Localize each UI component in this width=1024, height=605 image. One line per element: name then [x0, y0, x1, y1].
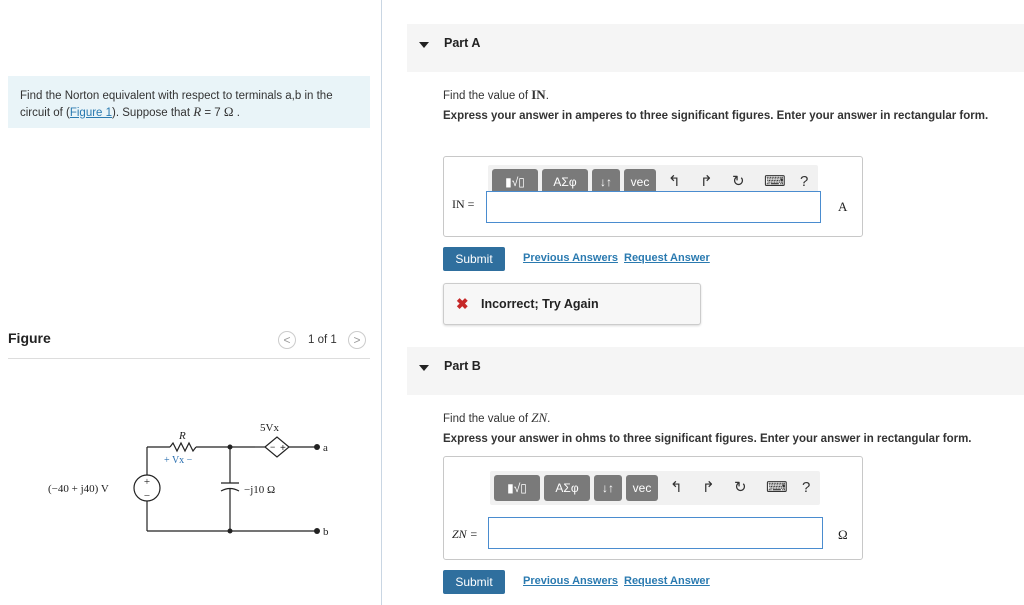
feedback-message: Incorrect; Try Again	[481, 297, 599, 311]
terminal-a-label: a	[323, 442, 328, 454]
svg-text:+: +	[144, 476, 150, 488]
part-a-question-var: IN	[531, 87, 546, 102]
part-b-title: Part B	[444, 359, 481, 373]
collapse-triangle-icon[interactable]	[419, 365, 429, 371]
panel-divider	[381, 0, 382, 605]
part-a-answer-label: IN =	[452, 197, 475, 211]
part-b-question-suffix: .	[547, 413, 551, 425]
part-a-question: Find the value of IN.	[443, 87, 549, 103]
part-b-answer-label: ZN =	[452, 527, 478, 541]
problem-var: R	[193, 104, 202, 119]
part-a-question-prefix: Find the value of	[443, 90, 532, 102]
right-panel: Part A Find the value of IN. Express you…	[383, 0, 1024, 605]
reset-icon[interactable]: ↻	[734, 477, 747, 499]
figure-header: Figure < 1 of 1 >	[8, 326, 370, 359]
vec-button[interactable]: vec	[626, 475, 658, 501]
part-b-unit: Ω	[838, 527, 848, 542]
reset-icon[interactable]: ↻	[732, 171, 745, 193]
source-label: (−40 + j40) V	[48, 483, 109, 495]
dep-source-label: 5Vx	[260, 422, 279, 434]
undo-icon[interactable]: ↰	[670, 477, 683, 499]
part-b-header[interactable]: Part B	[407, 347, 1024, 395]
undo-icon[interactable]: ↰	[668, 171, 681, 193]
part-a-submit-button[interactable]: Submit	[443, 247, 505, 271]
problem-statement: Find the Norton equivalent with respect …	[8, 76, 370, 128]
chevron-right-icon: >	[353, 333, 361, 347]
part-b-math-toolbar: ▮√▯ ΑΣφ ↓↑ vec ↰ ↱ ↻ ⌨ ?	[490, 471, 820, 505]
part-a-title: Part A	[444, 36, 481, 50]
problem-eq: = 7	[201, 107, 224, 119]
part-b-question-prefix: Find the value of	[443, 413, 532, 425]
part-b-submit-button[interactable]: Submit	[443, 570, 505, 594]
keyboard-icon[interactable]: ⌨	[766, 477, 788, 499]
left-panel: Find the Norton equivalent with respect …	[0, 0, 382, 605]
keyboard-icon[interactable]: ⌨	[764, 171, 786, 193]
next-figure-button[interactable]: >	[348, 331, 366, 349]
arrows-button[interactable]: ↓↑	[594, 475, 622, 501]
circuit-diagram: + − − + (−40 + j40) V R + Vx − 5Vx −j10 …	[40, 415, 340, 550]
part-a-instructions: Express your answer in amperes to three …	[443, 110, 989, 122]
help-icon[interactable]: ?	[802, 477, 810, 499]
vx-label: + Vx −	[164, 455, 193, 466]
part-b-question: Find the value of ZN.	[443, 410, 550, 426]
part-b-answer-input[interactable]	[488, 517, 823, 549]
part-a-feedback: ✖ Incorrect; Try Again	[443, 283, 701, 325]
error-x-icon: ✖	[456, 296, 469, 313]
part-b-instructions: Express your answer in ohms to three sig…	[443, 433, 972, 445]
part-a-answer-input[interactable]	[486, 191, 821, 223]
part-a-answer-box: ▮√▯ ΑΣφ ↓↑ vec ↰ ↱ ↻ ⌨ ? IN = A	[443, 156, 863, 237]
circuit-svg: + − − + (−40 + j40) V R + Vx − 5Vx −j10 …	[48, 422, 329, 538]
part-b-question-var: ZN	[531, 410, 548, 425]
redo-icon[interactable]: ↱	[702, 477, 715, 499]
templates-button[interactable]: ▮√▯	[494, 475, 540, 501]
part-a-previous-answers-link[interactable]: Previous Answers	[523, 252, 618, 264]
problem-unit: Ω	[223, 104, 234, 119]
figure-title: Figure	[8, 330, 51, 346]
figure-link[interactable]: Figure 1	[70, 107, 112, 119]
figure-pager: 1 of 1	[308, 334, 337, 346]
capacitor-label: −j10 Ω	[244, 484, 275, 496]
part-b-request-answer-link[interactable]: Request Answer	[624, 575, 710, 587]
part-a-request-answer-link[interactable]: Request Answer	[624, 252, 710, 264]
svg-text:−: −	[144, 490, 150, 502]
part-b-answer-box: ▮√▯ ΑΣφ ↓↑ vec ↰ ↱ ↻ ⌨ ? ZN = Ω	[443, 456, 863, 560]
help-icon[interactable]: ?	[800, 171, 808, 193]
svg-text:−: −	[270, 442, 275, 452]
chevron-left-icon: <	[283, 333, 291, 347]
prev-figure-button[interactable]: <	[278, 331, 296, 349]
part-b-previous-answers-link[interactable]: Previous Answers	[523, 575, 618, 587]
svg-text:+: +	[280, 443, 286, 454]
part-a-question-suffix: .	[545, 90, 549, 102]
problem-text-2: ). Suppose that	[112, 107, 194, 119]
redo-icon[interactable]: ↱	[700, 171, 713, 193]
greek-symbols-button[interactable]: ΑΣφ	[544, 475, 590, 501]
resistor-label: R	[178, 430, 186, 442]
part-a-header[interactable]: Part A	[407, 24, 1024, 72]
part-a-unit: A	[838, 199, 848, 214]
terminal-b-label: b	[323, 526, 329, 538]
problem-end: .	[233, 107, 240, 119]
collapse-triangle-icon[interactable]	[419, 42, 429, 48]
